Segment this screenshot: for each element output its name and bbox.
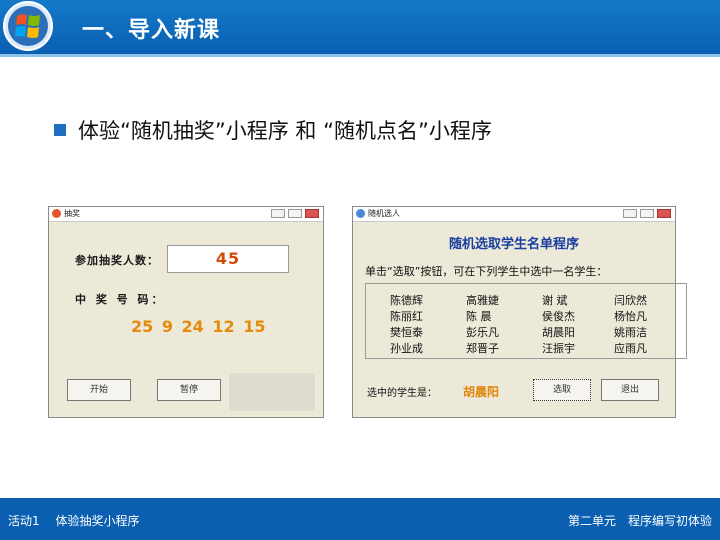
minimize-icon[interactable] bbox=[271, 209, 285, 218]
exit-button[interactable]: 退出 bbox=[601, 379, 659, 401]
student-name: 陈丽红 bbox=[390, 310, 423, 323]
lottery-window: 抽奖 参加抽奖人数： 45 中 奖 号 码： 25 9 24 12 15 开始 … bbox=[48, 206, 324, 418]
pause-button[interactable]: 暂停 bbox=[157, 379, 221, 401]
student-name: 樊恒泰 bbox=[390, 326, 423, 339]
rollcall-window: 随机选人 随机选取学生名单程序 单击“选取”按钮，可在下列学生中选中一名学生： … bbox=[352, 206, 687, 418]
maximize-icon[interactable] bbox=[288, 209, 302, 218]
student-name: 陈德辉 bbox=[390, 294, 423, 307]
winning-numbers: 25 9 24 12 15 bbox=[131, 317, 266, 336]
student-name: 陈 晨 bbox=[466, 310, 492, 323]
student-name: 姚雨洁 bbox=[614, 326, 647, 339]
participant-count-field[interactable]: 45 bbox=[167, 245, 289, 273]
lottery-title-bar: 抽奖 bbox=[49, 207, 323, 222]
student-list: 陈德辉 高雅婕 谢 斌 闫欣然 陈丽红 陈 晨 侯俊杰 杨怡凡 樊恒泰 彭乐凡 … bbox=[365, 283, 687, 359]
student-name: 郑晋子 bbox=[466, 342, 499, 355]
app-icon bbox=[52, 209, 61, 218]
winning-numbers-label: 中 奖 号 码： bbox=[75, 293, 166, 306]
page-title: 一、导入新课 bbox=[82, 18, 221, 43]
app-icon bbox=[356, 209, 365, 218]
selected-student-name: 胡晨阳 bbox=[463, 385, 500, 399]
student-name: 杨怡凡 bbox=[614, 310, 647, 323]
lottery-window-title: 抽奖 bbox=[64, 209, 80, 218]
student-name: 谢 斌 bbox=[542, 294, 568, 307]
student-name: 汪振宇 bbox=[542, 342, 575, 355]
close-icon[interactable] bbox=[305, 209, 319, 218]
intro-text: 体验“随机抽奖”小程序 和 “随机点名”小程序 bbox=[78, 119, 492, 143]
footer-unit: 第二单元 程序编写初体验 bbox=[567, 514, 712, 528]
header-bar: 一、导入新课 bbox=[0, 0, 720, 54]
bullet-square-icon bbox=[54, 124, 66, 136]
student-name: 胡晨阳 bbox=[542, 326, 575, 339]
maximize-icon[interactable] bbox=[640, 209, 654, 218]
header-divider bbox=[0, 54, 720, 57]
student-name: 闫欣然 bbox=[614, 294, 647, 307]
minimize-icon[interactable] bbox=[623, 209, 637, 218]
student-name: 应雨凡 bbox=[614, 342, 647, 355]
student-name: 高雅婕 bbox=[466, 294, 499, 307]
rollcall-window-title: 随机选人 bbox=[368, 209, 400, 218]
student-name: 孙业成 bbox=[390, 342, 423, 355]
student-name: 侯俊杰 bbox=[542, 310, 575, 323]
rollcall-instruction: 单击“选取”按钮，可在下列学生中选中一名学生： bbox=[365, 265, 608, 278]
close-icon[interactable] bbox=[657, 209, 671, 218]
pick-button[interactable]: 选取 bbox=[533, 379, 591, 401]
footer-activity: 活动1 体验抽奖小程序 bbox=[8, 514, 140, 528]
rollcall-title-bar: 随机选人 bbox=[353, 207, 675, 222]
start-button[interactable]: 开始 bbox=[67, 379, 131, 401]
selected-student-label: 选中的学生是： bbox=[367, 388, 437, 399]
footer-bar: 活动1 体验抽奖小程序 第二单元 程序编写初体验 bbox=[0, 498, 720, 540]
student-name: 彭乐凡 bbox=[466, 326, 499, 339]
rollcall-heading: 随机选取学生名单程序 bbox=[448, 237, 579, 252]
windows-logo-icon bbox=[3, 1, 53, 51]
participant-count-label: 参加抽奖人数： bbox=[75, 254, 159, 267]
empty-panel bbox=[229, 373, 315, 411]
